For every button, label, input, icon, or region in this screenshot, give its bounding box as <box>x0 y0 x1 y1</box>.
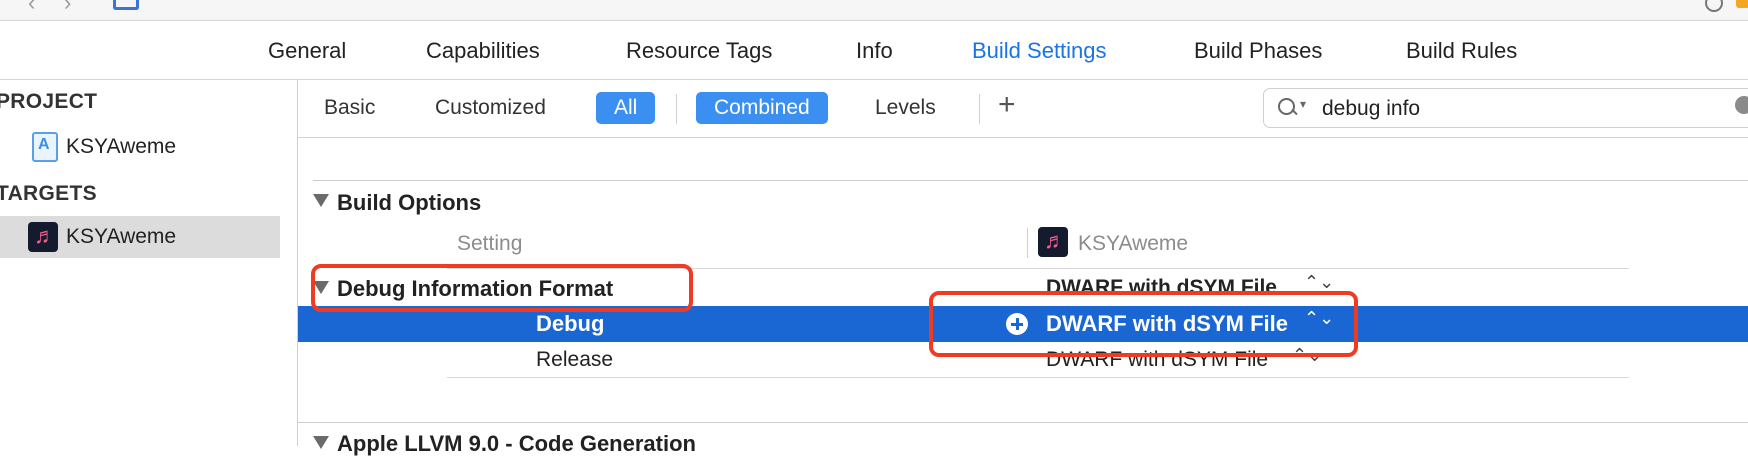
tab-build-rules[interactable]: Build Rules <box>1406 38 1517 64</box>
filter-all-button[interactable]: All <box>596 92 656 124</box>
config-label-debug: Debug <box>536 311 605 336</box>
disclosure-triangle-icon[interactable] <box>313 436 329 449</box>
search-field[interactable]: ▾ <box>1263 88 1748 128</box>
file-icon <box>113 0 139 10</box>
filter-basic-button[interactable]: Basic <box>324 92 375 124</box>
app-icon <box>28 222 58 252</box>
nav-item-project[interactable]: KSYAweme <box>0 126 280 168</box>
combined-button[interactable]: Combined <box>696 92 828 124</box>
targets-header: TARGETS <box>0 182 97 205</box>
app-icon <box>1038 227 1068 257</box>
xcode-project-icon <box>32 132 58 162</box>
disclosure-triangle-icon[interactable] <box>313 194 329 207</box>
forward-icon[interactable]: › <box>64 0 71 16</box>
tab-info[interactable]: Info <box>856 38 893 64</box>
filter-customized-button[interactable]: Customized <box>435 92 546 124</box>
row-divider <box>447 377 1629 378</box>
filter-divider <box>979 94 980 124</box>
project-name: KSYAweme <box>66 135 177 158</box>
project-navigator: PROJECT KSYAweme TARGETS KSYAweme <box>0 80 298 446</box>
project-header: PROJECT <box>0 90 98 113</box>
editor-tab-bar: General Capabilities Resource Tags Info … <box>0 21 1748 80</box>
clear-search-icon[interactable] <box>1735 96 1748 114</box>
filter-bar: Basic Customized All Combined Levels + ▾ <box>298 80 1748 138</box>
section-divider <box>313 180 1748 181</box>
tab-general[interactable]: General <box>268 38 346 64</box>
column-separator <box>1027 228 1028 258</box>
chevron-down-icon: ▾ <box>1300 97 1307 111</box>
warning-icon[interactable] <box>1736 0 1748 8</box>
stepper-icon[interactable]: ⌃⌄ <box>1304 272 1334 293</box>
column-header-setting: Setting <box>457 232 523 255</box>
top-toolbar <box>0 0 1748 21</box>
search-icon <box>1278 98 1295 115</box>
column-header-target: KSYAweme <box>1078 232 1189 255</box>
levels-button[interactable]: Levels <box>875 92 936 124</box>
nav-item-target[interactable]: KSYAweme <box>0 216 280 258</box>
add-setting-button[interactable]: + <box>998 88 1016 122</box>
tab-build-phases[interactable]: Build Phases <box>1194 38 1322 64</box>
annotation-highlight-setting <box>311 264 693 312</box>
tab-capabilities[interactable]: Capabilities <box>426 38 540 64</box>
tab-build-settings[interactable]: Build Settings <box>972 38 1107 64</box>
config-label-release: Release <box>536 348 614 371</box>
search-input[interactable] <box>1320 94 1724 124</box>
target-name: KSYAweme <box>66 225 177 248</box>
section-title-codegen: Apple LLVM 9.0 - Code Generation <box>337 431 696 456</box>
tab-resource-tags[interactable]: Resource Tags <box>626 38 772 64</box>
annotation-highlight-value <box>929 291 1358 357</box>
filter-divider <box>676 94 677 124</box>
back-icon[interactable]: ‹ <box>28 0 35 16</box>
section-title: Build Options <box>337 190 482 215</box>
section-divider <box>298 422 1748 423</box>
